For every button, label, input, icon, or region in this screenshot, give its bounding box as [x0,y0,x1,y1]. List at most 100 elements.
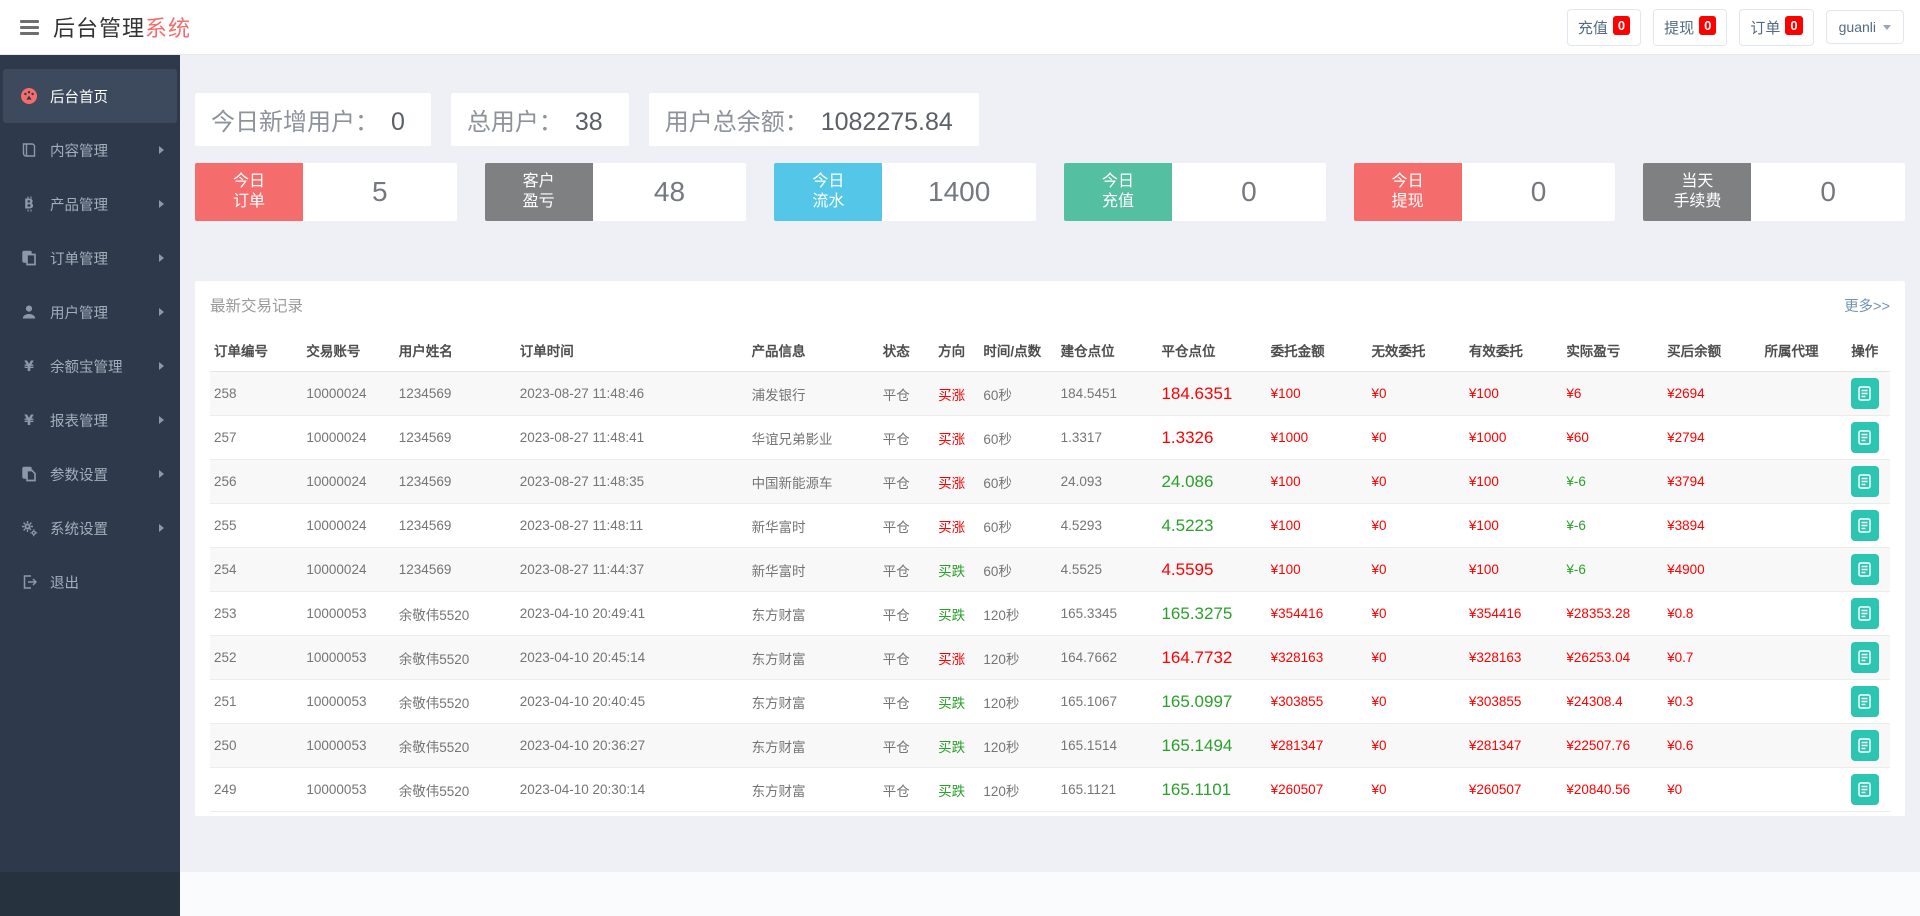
panel-header: 最新交易记录 更多>> [210,281,1890,329]
sidebar-item-用户管理[interactable]: 用户管理 [3,285,177,339]
cell-open-price: 165.1067 [1056,679,1158,724]
sidebar-item-退出[interactable]: 退出 [3,555,177,609]
column-header-订单编号: 订单编号 [210,329,303,372]
chevron-right-icon [159,524,164,532]
row-detail-button[interactable] [1850,642,1879,673]
row-detail-button[interactable] [1850,510,1879,541]
table-row: 252 10000053 余敬伟5520 2023-04-10 20:45:14 东方财… [210,635,1890,680]
cell-balance: ¥0.6 [1663,723,1761,768]
sidebar-item-label: 余额宝管理 [50,359,123,376]
cell-order-time: 2023-08-27 11:48:11 [515,503,748,548]
header-action-订单[interactable]: 订单 0 [1739,8,1814,46]
sidebar-item-产品管理[interactable]: B 产品管理 [3,177,177,231]
cell-user-name: 余敬伟5520 [394,591,516,636]
header-action-label: 充值 [1577,19,1608,37]
cell-close-price: 165.0997 [1157,679,1267,724]
sidebar-item-报表管理[interactable]: ¥ 报表管理 [3,393,177,447]
cell-order-id: 254 [210,547,303,592]
table-row: 253 10000053 余敬伟5520 2023-04-10 20:49:41 东方财… [210,591,1890,636]
svg-text:¥: ¥ [24,359,34,374]
table-body: 258 10000024 1234569 2023-08-27 11:48:46 浦发银… [210,371,1890,812]
column-header-订单时间: 订单时间 [515,329,748,372]
cell-balance: ¥0.3 [1663,679,1761,724]
summary-card-今日提现: 今日 提现 0 [1353,163,1616,221]
cell-period: 120秒 [979,723,1057,768]
cell-product: 浦发银行 [747,371,869,416]
sidebar-item-后台首页[interactable]: 后台首页 [3,69,177,123]
stat-label: 总用户： [466,109,563,136]
cell-direction: 买涨 [923,371,980,416]
sidebar-item-参数设置[interactable]: 参数设置 [3,447,177,501]
cell-order-time: 2023-08-27 11:48:46 [515,371,748,416]
row-detail-button[interactable] [1850,686,1879,717]
sidebar-item-label: 参数设置 [50,467,108,484]
cell-agent [1760,415,1840,460]
cell-open-price: 165.1121 [1056,767,1158,812]
cell-operation [1839,371,1890,416]
cell-account: 10000053 [302,635,395,680]
cell-open-price: 184.5451 [1056,371,1158,416]
cell-period: 120秒 [979,635,1057,680]
user-menu-button[interactable]: guanli [1825,10,1904,44]
column-header-方向: 方向 [923,329,980,372]
cell-operation [1839,635,1890,680]
cell-amount: ¥281347 [1266,723,1368,768]
card-label: 今日 充值 [1064,163,1173,221]
cell-close-price: 24.086 [1157,459,1267,504]
cell-balance: ¥4900 [1663,547,1761,592]
sidebar-item-内容管理[interactable]: 内容管理 [3,123,177,177]
header-action-提现[interactable]: 提现 0 [1653,8,1728,46]
cell-balance: ¥0.7 [1663,635,1761,680]
cell-order-id: 257 [210,415,303,460]
sidebar-item-系统设置[interactable]: 系统设置 [3,501,177,555]
cell-agent [1760,723,1840,768]
transactions-panel: 最新交易记录 更多>> 订单编号 交易账号 用户姓名 订单时间 产品信息 状态 方向 时间/点… [195,281,1905,816]
sidebar-item-订单管理[interactable]: 订单管理 [3,231,177,285]
cell-open-price: 24.093 [1056,459,1158,504]
row-detail-button[interactable] [1850,774,1879,805]
cell-agent [1760,767,1840,812]
title-primary: 后台管理 [53,16,146,41]
stat-value: 38 [574,108,603,136]
row-detail-button[interactable] [1850,422,1879,453]
row-detail-button[interactable] [1850,730,1879,761]
cell-account: 10000024 [302,547,395,592]
row-detail-button[interactable] [1850,378,1879,409]
cell-order-time: 2023-04-10 20:36:27 [515,723,748,768]
cell-profit: ¥22507.76 [1562,723,1664,768]
hamburger-menu-icon[interactable] [20,19,39,35]
more-link[interactable]: 更多>> [1844,295,1890,316]
cell-user-name: 1234569 [394,547,516,592]
table-row: 256 10000024 1234569 2023-08-27 11:48:35 中国新… [210,459,1890,504]
cell-user-name: 1234569 [394,415,516,460]
summary-card-今日流水: 今日 流水 1400 [774,163,1037,221]
table-row: 254 10000024 1234569 2023-08-27 11:44:37 新华富… [210,547,1890,592]
cell-period: 60秒 [979,371,1057,416]
sidebar-item-余额宝管理[interactable]: ¥ 余额宝管理 [3,339,177,393]
row-detail-button[interactable] [1850,466,1879,497]
cell-order-id: 258 [210,371,303,416]
cell-order-time: 2023-04-10 20:49:41 [515,591,748,636]
cell-balance: ¥0 [1663,767,1761,812]
cell-amount: ¥260507 [1266,767,1368,812]
sidebar: 后台首页 内容管理 B 产品管理 订单管理 用户管理 ¥ 余额宝管理 ¥ 报表管理参数设置系统设置… [0,55,180,916]
chevron-right-icon [159,308,164,316]
row-detail-button[interactable] [1850,598,1879,629]
cell-user-name: 余敬伟5520 [394,679,516,724]
chevron-right-icon [159,416,164,424]
cell-agent [1760,547,1840,592]
cell-open-price: 1.3317 [1056,415,1158,460]
cell-close-price: 164.7732 [1157,635,1267,680]
panel-title: 最新交易记录 [210,298,304,315]
header-action-充值[interactable]: 充值 0 [1566,8,1642,46]
cell-operation [1839,767,1890,812]
column-header-无效委托: 无效委托 [1367,329,1465,372]
row-detail-button[interactable] [1850,554,1879,585]
cell-close-price: 165.1101 [1157,767,1267,812]
cell-direction: 买跌 [923,547,980,592]
card-value: 1400 [928,176,991,207]
cell-invalid-amount: ¥0 [1367,547,1465,592]
notification-badge: 0 [1785,15,1803,35]
overview-stat: 总用户： 38 [450,93,629,146]
svg-text:¥: ¥ [24,413,34,428]
